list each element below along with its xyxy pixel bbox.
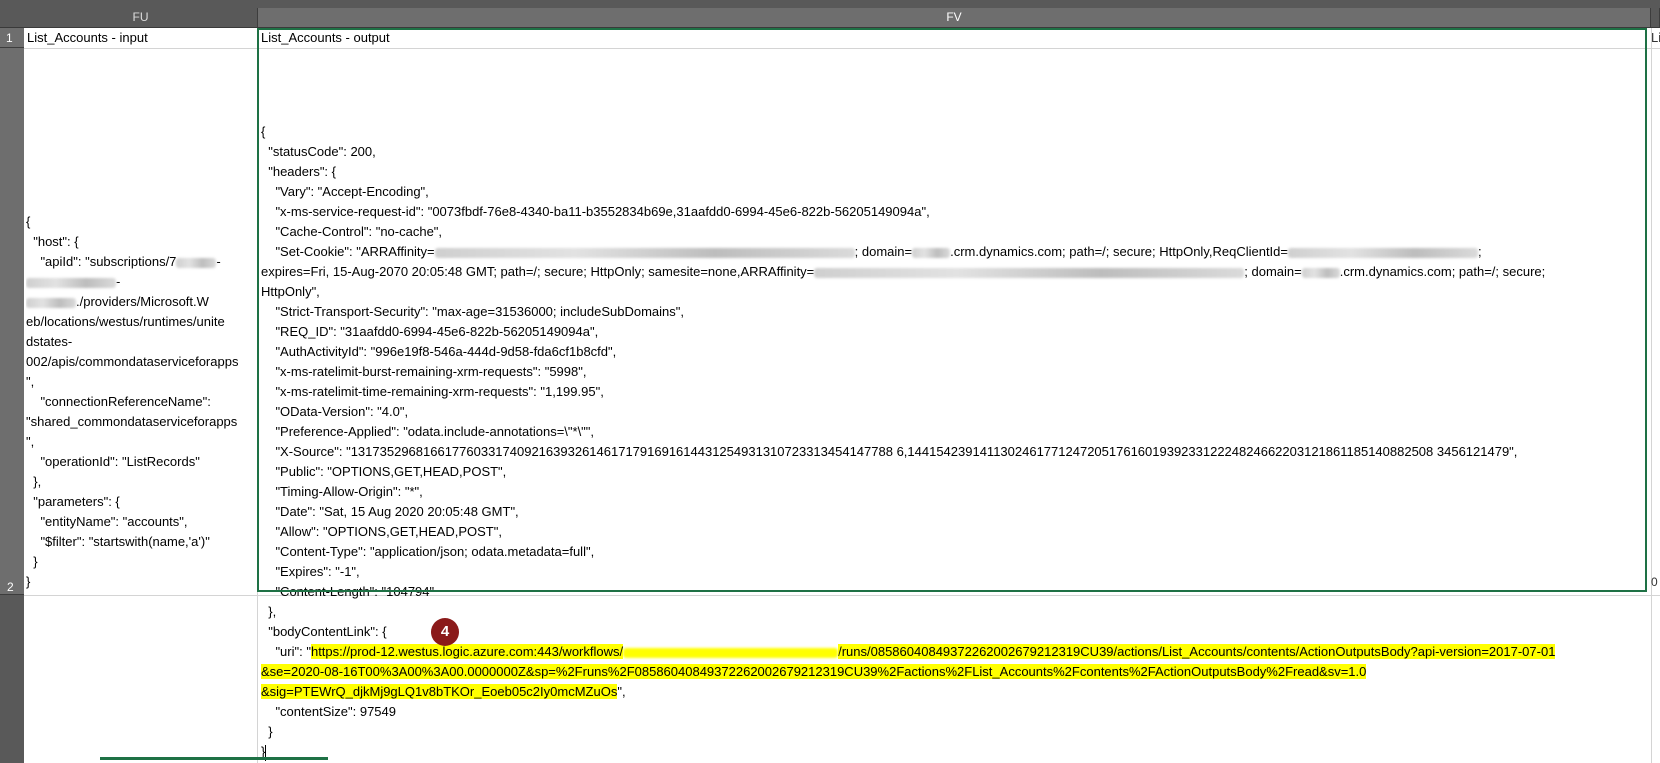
json-line: { [26, 214, 31, 229]
json-line: &sig=PTEWrQ_djkMj9gLQ1v8bTKOr_Eoeb05c2Iy… [261, 684, 626, 699]
redacted-blur [176, 257, 217, 268]
json-line: "x-ms-service-request-id": "0073fbdf-76e… [261, 204, 930, 219]
json-line: ", [26, 374, 35, 389]
json-line: "Strict-Transport-Security": "max-age=31… [261, 304, 684, 319]
json-line: "Set-Cookie": "ARRAffinity=; domain= .crm… [261, 244, 1482, 259]
redacted-blur [1288, 247, 1478, 258]
json-line: "entityName": "accounts", [26, 514, 188, 529]
json-line: "Content-Type": "application/json; odata… [261, 544, 595, 559]
json-line: "bodyContentLink": { [261, 624, 387, 639]
row-header-2[interactable]: 2 [0, 48, 24, 595]
json-line: "statusCode": 200, [261, 144, 376, 159]
redacted-blur [26, 297, 76, 308]
json-line: "headers": { [261, 164, 336, 179]
column-header-next[interactable] [1651, 8, 1660, 27]
redacted-blur [434, 247, 855, 258]
json-line: "AuthActivityId": "996e19f8-546a-444d-9d… [261, 344, 617, 359]
json-line: "Date": "Sat, 15 Aug 2020 20:05:48 GMT", [261, 504, 519, 519]
cell-fu1[interactable]: List_Accounts - input [27, 28, 148, 48]
json-line: "Cache-Control": "no-cache", [261, 224, 443, 239]
row-header-1[interactable]: 1 [0, 28, 24, 48]
json-line: "uri": "https://prod-12.westus.logic.azu… [261, 644, 1556, 659]
json-line: dstates- [26, 334, 73, 349]
json-line: } [261, 744, 267, 761]
json-line: - [26, 272, 258, 292]
redacted-blur [623, 647, 839, 658]
json-line: }, [261, 604, 277, 619]
json-line: }, [26, 474, 42, 489]
json-line: "host": { [26, 234, 79, 249]
json-line: ./providers/Microsoft.W [26, 292, 258, 312]
json-line: "connectionReferenceName": [26, 394, 211, 409]
redacted-blur [1301, 267, 1340, 278]
json-line: "Timing-Allow-Origin": "*", [261, 484, 423, 499]
json-line: "REQ_ID": "31aafdd0-6994-45e6-822b-56205… [261, 324, 599, 339]
json-line: ", [26, 434, 35, 449]
highlighted-uri: &se=2020-08-16T00%3A00%3A00.0000000Z&sp=… [261, 664, 1367, 679]
json-line: "Allow": "OPTIONS,GET,HEAD,POST", [261, 524, 502, 539]
json-line: "apiId": "subscriptions/7- [26, 254, 221, 269]
cell-fw2-value[interactable]: 0 [1651, 575, 1658, 589]
json-line: "x-ms-ratelimit-time-remaining-xrm-reque… [261, 384, 604, 399]
redacted-blur [26, 277, 116, 288]
json-line: "operationId": "ListRecords" [26, 454, 200, 469]
json-line: "X-Source": "131735296816617760331740921… [261, 444, 1518, 459]
cell-fv1[interactable]: List_Accounts - output [261, 28, 390, 48]
annotation-badge: 4 [431, 618, 459, 646]
cell-fv2-output-json[interactable]: { "statusCode": 200, "headers": { "Vary"… [261, 122, 1651, 762]
json-line: } [261, 724, 273, 739]
json-line: "Content-Length": "104794" [261, 584, 435, 599]
json-line: "Vary": "Accept-Encoding", [261, 184, 429, 199]
json-line: "x-ms-ratelimit-burst-remaining-xrm-requ… [261, 364, 587, 379]
json-line: &se=2020-08-16T00%3A00%3A00.0000000Z&sp=… [261, 662, 1651, 682]
row-header-2-label: 2 [7, 580, 14, 594]
column-header-fu[interactable]: FU [24, 8, 258, 27]
json-line: HttpOnly", [261, 284, 320, 299]
redacted-blur [912, 247, 951, 258]
column-header-fv[interactable]: FV [258, 8, 1651, 27]
json-line: "Public": "OPTIONS,GET,HEAD,POST", [261, 464, 507, 479]
highlighted-uri: &sig=PTEWrQ_djkMj9gLQ1v8bTKOr_Eoeb05c2Iy… [261, 684, 618, 699]
json-line: "Preference-Applied": "odata.include-ann… [261, 424, 595, 439]
redacted-blur [814, 267, 1245, 278]
json-line: } [26, 574, 31, 589]
json-line: "parameters": { [26, 494, 120, 509]
json-line: expires=Fri, 15-Aug-2070 20:05:48 GMT; p… [261, 264, 1546, 279]
json-line: "contentSize": 97549 [261, 704, 396, 719]
json-line: "shared_commondataserviceforapps [26, 414, 238, 429]
highlighted-uri: https://prod-12.westus.logic.azure.com:4… [310, 644, 624, 659]
json-line: "$filter": "startswith(name,'a')" [26, 534, 210, 549]
json-line: } [26, 554, 38, 569]
json-line: 002/apis/commondataserviceforapps [26, 354, 239, 369]
json-line: { [261, 124, 266, 139]
json-line: "OData-Version": "4.0", [261, 404, 409, 419]
json-line: "Expires": "-1", [261, 564, 360, 579]
cell-fw1[interactable]: Li [1651, 28, 1660, 48]
cell-fu2-input-json[interactable]: { "host": { "apiId": "subscriptions/7- -… [26, 212, 258, 592]
json-line: eb/locations/westus/runtimes/unite [26, 314, 225, 329]
select-all-corner[interactable] [0, 8, 25, 27]
